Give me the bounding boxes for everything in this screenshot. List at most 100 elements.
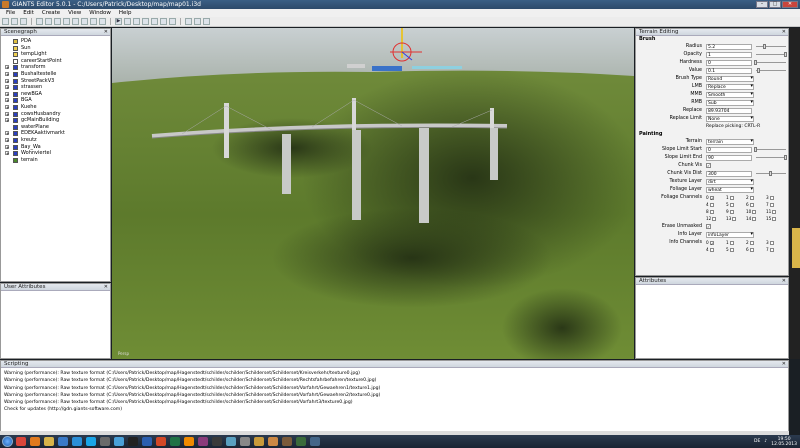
channel-checkbox[interactable] xyxy=(729,195,734,200)
channel-checkbox[interactable] xyxy=(769,195,774,200)
app-icon[interactable] xyxy=(212,437,222,446)
scenegraph-item[interactable]: + kreutz xyxy=(3,137,110,144)
close-icon[interactable]: ✕ xyxy=(782,278,786,285)
channel-checkbox[interactable] xyxy=(769,202,774,207)
terrain-tool-icon[interactable] xyxy=(160,18,167,25)
scenegraph-item[interactable]: + StreetPackV3 xyxy=(3,78,110,85)
expand-icon[interactable]: + xyxy=(5,151,9,156)
app-icon[interactable] xyxy=(100,437,110,446)
hardness-slider-handle[interactable] xyxy=(754,60,757,65)
menu-window[interactable]: Window xyxy=(85,9,115,17)
scenegraph-item[interactable]: + Bay_Wa xyxy=(3,144,110,151)
language-indicator[interactable]: DE xyxy=(754,439,760,444)
redo-icon[interactable] xyxy=(45,18,52,25)
chrome-icon[interactable] xyxy=(16,437,26,446)
winrar-icon[interactable] xyxy=(198,437,208,446)
channel-checkbox[interactable] xyxy=(712,216,717,221)
settings-icon[interactable] xyxy=(99,18,106,25)
info-layer-select[interactable]: infoLayer xyxy=(706,232,754,238)
firefox-icon[interactable] xyxy=(30,437,40,446)
replace-input[interactable]: 89.93704 xyxy=(706,108,752,114)
radius-slider-handle[interactable] xyxy=(763,44,766,49)
chunk-vis-dist-slider-handle[interactable] xyxy=(769,171,772,176)
channel-checkbox[interactable] xyxy=(729,240,734,245)
maximize-button[interactable]: □ xyxy=(769,1,781,8)
channel-checkbox[interactable] xyxy=(772,216,777,221)
value-input[interactable]: 0.1 xyxy=(706,68,752,74)
app-icon[interactable] xyxy=(254,437,264,446)
copy-icon[interactable] xyxy=(63,18,70,25)
expand-icon[interactable]: + xyxy=(5,104,9,109)
close-icon[interactable]: ✕ xyxy=(104,284,108,291)
app-icon[interactable] xyxy=(226,437,236,446)
paste-icon[interactable] xyxy=(72,18,79,25)
save-file-icon[interactable] xyxy=(20,18,27,25)
app-icon[interactable] xyxy=(282,437,292,446)
app-icon[interactable] xyxy=(128,437,138,446)
channel-checkbox[interactable] xyxy=(709,202,714,207)
expand-icon[interactable]: + xyxy=(5,137,9,142)
select-tool-icon[interactable] xyxy=(124,18,131,25)
app-icon[interactable] xyxy=(268,437,278,446)
close-icon[interactable]: ✕ xyxy=(782,29,786,36)
scenegraph-item[interactable]: careerStartPoint xyxy=(3,58,110,65)
channel-checkbox[interactable] xyxy=(752,216,757,221)
snap-icon[interactable] xyxy=(185,18,192,25)
foliage-layer-select[interactable]: wheat xyxy=(706,187,754,193)
scenegraph-item[interactable]: + transform xyxy=(3,64,110,71)
channel-checkbox[interactable] xyxy=(709,209,714,214)
erase-unmasked-checkbox[interactable]: ✓ xyxy=(706,224,711,229)
paint-tool-icon[interactable] xyxy=(169,18,176,25)
scale-tool-icon[interactable] xyxy=(151,18,158,25)
expand-icon[interactable]: + xyxy=(5,131,9,136)
channel-checkbox[interactable] xyxy=(749,247,754,252)
volume-icon[interactable]: ♪ xyxy=(764,439,767,444)
app-icon[interactable] xyxy=(72,437,82,446)
vlc-icon[interactable] xyxy=(184,437,194,446)
close-icon[interactable]: ✕ xyxy=(782,361,786,368)
scenegraph-item[interactable]: + Bushaltestelle xyxy=(3,71,110,78)
scenegraph-item[interactable]: waterPlane xyxy=(3,124,110,131)
expand-icon[interactable]: + xyxy=(5,144,9,149)
app-icon[interactable] xyxy=(240,437,250,446)
app-icon[interactable] xyxy=(114,437,124,446)
slope-start-input[interactable]: 0 xyxy=(706,147,752,153)
scenegraph-item[interactable]: + Kuehe xyxy=(3,104,110,111)
expand-icon[interactable]: + xyxy=(5,118,9,123)
scenegraph-item[interactable]: + EDEKAaktivmarkt xyxy=(3,130,110,137)
value-slider-handle[interactable] xyxy=(757,68,760,73)
menu-create[interactable]: Create xyxy=(38,9,64,17)
scenegraph-item[interactable]: + BGA xyxy=(3,97,110,104)
brush-type-select[interactable]: Round xyxy=(706,76,754,82)
close-button[interactable]: ✕ xyxy=(782,1,798,8)
mmb-select[interactable]: Smooth xyxy=(706,92,754,98)
scenegraph-item[interactable]: + cowsHusbandry xyxy=(3,111,110,118)
cut-icon[interactable] xyxy=(54,18,61,25)
word-icon[interactable] xyxy=(142,437,152,446)
channel-checkbox[interactable] xyxy=(732,216,737,221)
undo-icon[interactable] xyxy=(36,18,43,25)
scenegraph-item[interactable]: PDA xyxy=(3,38,110,45)
menu-edit[interactable]: Edit xyxy=(19,9,38,17)
menu-help[interactable]: Help xyxy=(115,9,136,17)
excel-icon[interactable] xyxy=(170,437,180,446)
slope-end-slider[interactable] xyxy=(756,155,787,160)
chunk-vis-checkbox[interactable]: ✓ xyxy=(706,163,711,168)
play-icon[interactable]: ▶ xyxy=(115,18,122,25)
slope-end-input[interactable]: 90 xyxy=(706,155,752,161)
media-icon[interactable] xyxy=(58,437,68,446)
terrain-select[interactable]: terrain xyxy=(706,139,754,145)
radius-input[interactable]: 5.2 xyxy=(706,44,752,50)
open-file-icon[interactable] xyxy=(11,18,18,25)
channel-checkbox[interactable] xyxy=(729,202,734,207)
channel-checkbox[interactable] xyxy=(749,195,754,200)
texture-layer-select[interactable]: dirt xyxy=(706,179,754,185)
3d-viewport[interactable]: Persp xyxy=(112,28,634,359)
rotate-tool-icon[interactable] xyxy=(142,18,149,25)
camera-icon[interactable] xyxy=(203,18,210,25)
scenegraph-item[interactable]: terrain xyxy=(3,157,110,164)
app-icon[interactable] xyxy=(296,437,306,446)
skype-icon[interactable] xyxy=(86,437,96,446)
expand-icon[interactable]: + xyxy=(5,85,9,90)
minimize-button[interactable]: – xyxy=(756,1,768,8)
